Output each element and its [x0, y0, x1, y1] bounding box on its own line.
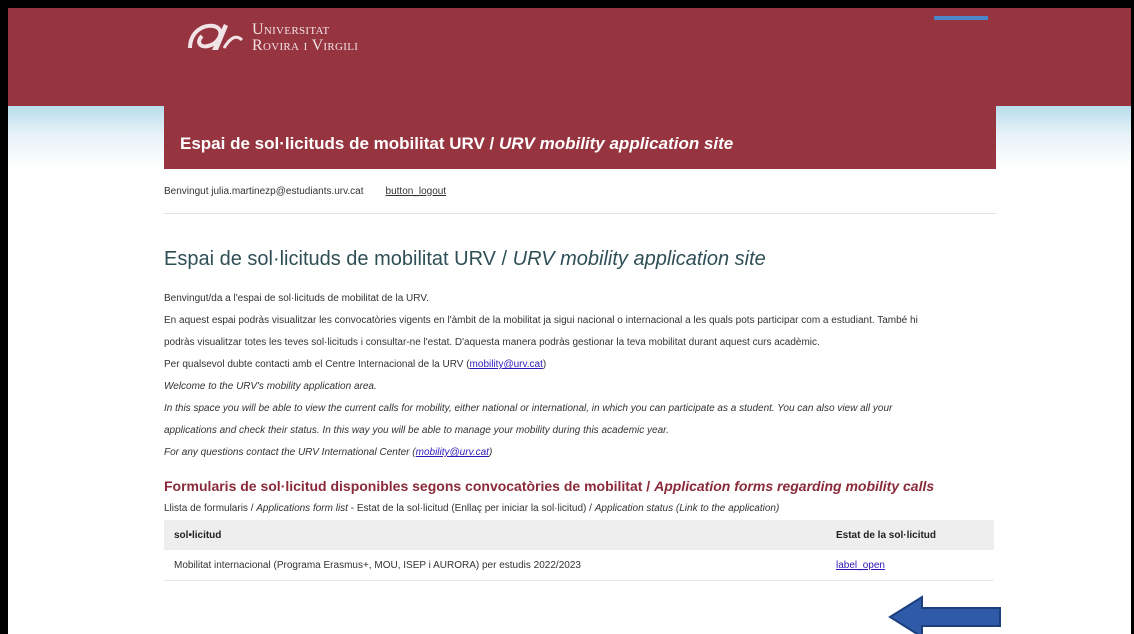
column-header-application: sol•licitud — [164, 520, 826, 550]
forms-heading-italic: Application forms regarding mobility cal… — [654, 478, 935, 494]
intro-text: Benvingut/da a l'espai de sol·licituds d… — [164, 288, 996, 464]
contact-prefix: Per qualsevol dubte contacti amb el Cent… — [164, 359, 470, 370]
page-title-italic: URV mobility application site — [512, 248, 766, 270]
logo-line-2: Rovira i Virgili — [252, 37, 359, 54]
list-desc-part: Llista de formularis / — [164, 503, 257, 514]
mobility-email-link-en[interactable]: mobility@urv.cat — [416, 447, 489, 458]
logo-line-1: Universitat — [252, 21, 330, 38]
blue-arrow-left-icon — [888, 594, 1004, 634]
site-title-plain: Espai de sol·licituds de mobilitat URV / — [180, 134, 499, 153]
site-title-italic: URV mobility application site — [498, 134, 734, 153]
contact-suffix-en: ) — [488, 447, 493, 458]
list-desc-part: Applications form list — [256, 503, 348, 514]
applications-table: sol•licitud Estat de la sol·licitud Mobi… — [164, 520, 994, 581]
application-status-cell: label_open — [826, 550, 994, 581]
contact-suffix: ) — [542, 359, 547, 370]
urv-logo-icon — [184, 18, 244, 58]
forms-list-description: Llista de formularis / Applications form… — [164, 503, 996, 514]
logout-button[interactable]: button_logout — [386, 186, 447, 197]
contact-prefix-en: For any questions contact the URV Intern… — [164, 447, 416, 458]
intro-contact-en: For any questions contact the URV Intern… — [164, 442, 996, 464]
list-desc-part: - Estat de la sol·licitud (Enllaç per in… — [347, 503, 595, 514]
urv-logo[interactable]: Universitat Rovira i Virgili — [184, 18, 358, 58]
table-header-row: sol•licitud Estat de la sol·licitud — [164, 520, 994, 550]
site-title-bar: Espai de sol·licituds de mobilitat URV /… — [164, 106, 996, 169]
page-title-plain: Espai de sol·licituds de mobilitat URV / — [164, 248, 513, 270]
forms-heading-plain: Formularis de sol·licitud disponibles se… — [164, 478, 655, 494]
open-application-link[interactable]: label_open — [836, 560, 885, 571]
column-header-status: Estat de la sol·licitud — [826, 520, 994, 550]
page-frame: Universitat Rovira i Virgili Espai de so… — [8, 8, 1131, 634]
intro-paragraph: En aquest espai podràs visualitzar les c… — [164, 315, 918, 326]
user-bar: Benvingut julia.martinezp@estudiants.urv… — [164, 169, 996, 214]
urv-logo-text: Universitat Rovira i Virgili — [252, 22, 358, 54]
header-accent-tab — [934, 16, 988, 20]
mobility-email-link[interactable]: mobility@urv.cat — [470, 359, 543, 370]
intro-paragraph-en: Welcome to the URV's mobility applicatio… — [164, 381, 377, 392]
intro-paragraph-en: applications and check their status. In … — [164, 425, 669, 436]
main-content: Benvingut julia.martinezp@estudiants.urv… — [164, 169, 996, 581]
intro-paragraph-en: In this space you will be able to view t… — [164, 403, 893, 414]
intro-paragraph: podràs visualitzar totes les teves sol·l… — [164, 337, 820, 348]
site-header: Universitat Rovira i Virgili — [8, 8, 1131, 106]
intro-paragraph: Benvingut/da a l'espai de sol·licituds d… — [164, 293, 429, 304]
intro-contact: Per qualsevol dubte contacti amb el Cent… — [164, 354, 996, 376]
application-name: Mobilitat internacional (Programa Erasmu… — [164, 550, 826, 581]
welcome-text: Benvingut julia.martinezp@estudiants.urv… — [164, 185, 364, 197]
list-desc-part: Application status (Link to the applicat… — [594, 503, 780, 514]
table-row: Mobilitat internacional (Programa Erasmu… — [164, 550, 994, 581]
page-title: Espai de sol·licituds de mobilitat URV /… — [164, 248, 996, 271]
forms-heading: Formularis de sol·licitud disponibles se… — [164, 478, 996, 494]
